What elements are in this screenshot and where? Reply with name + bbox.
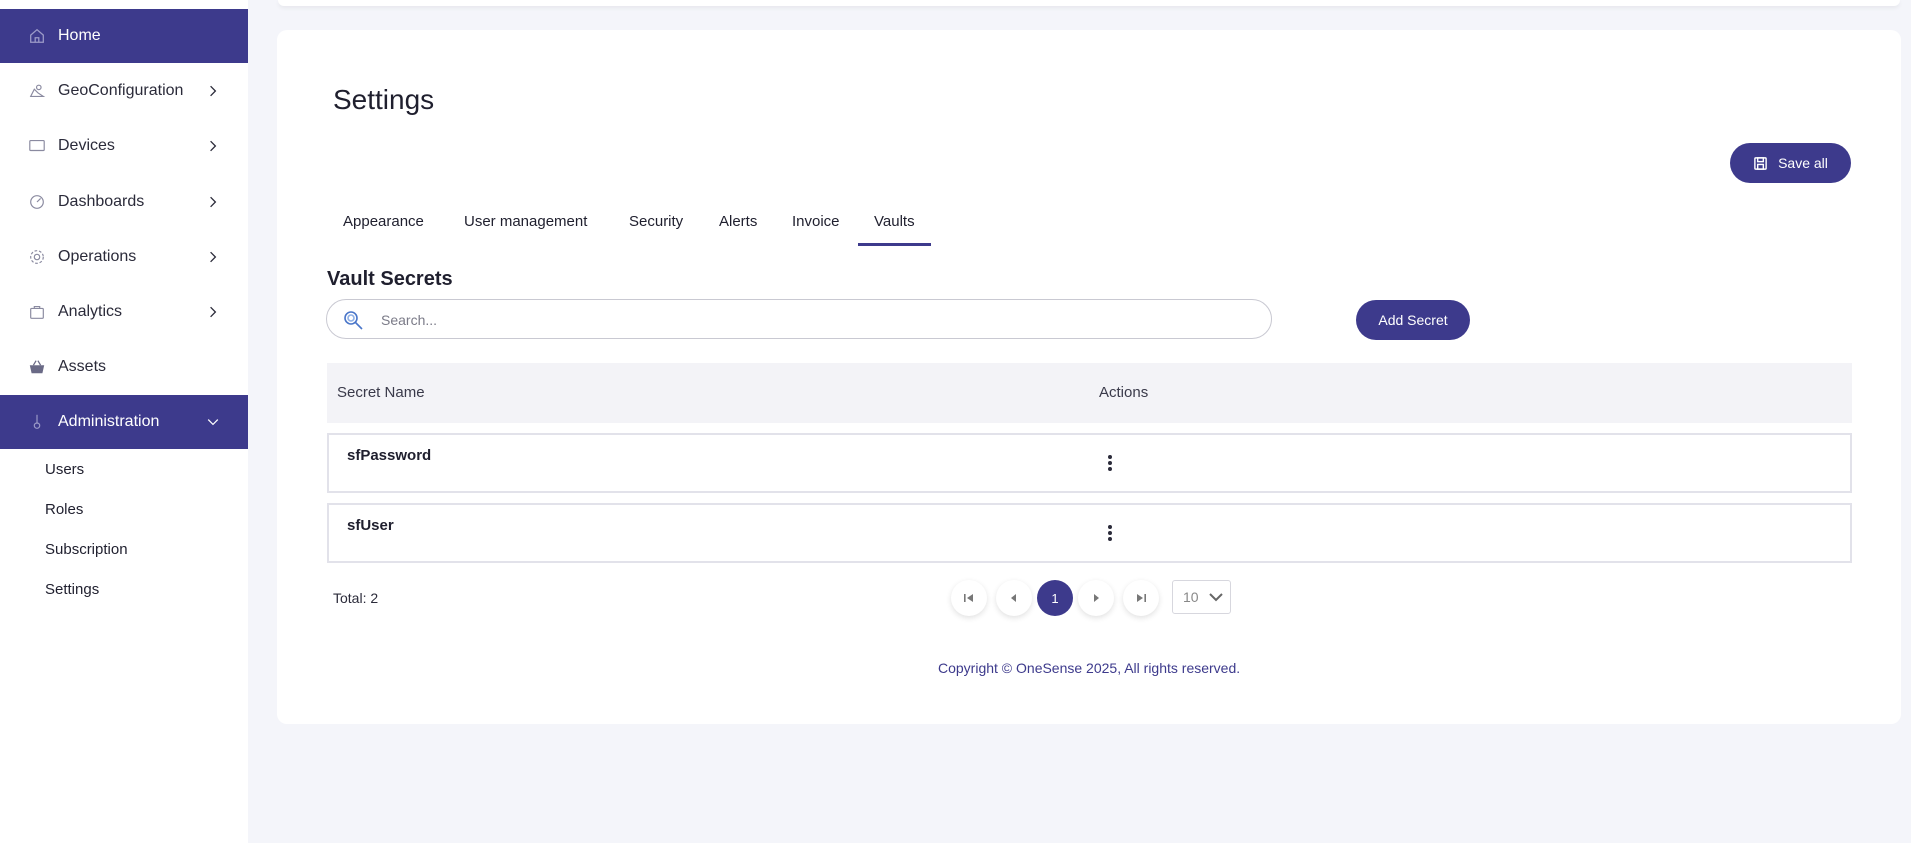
sidebar-item-dashboards[interactable]: Dashboards [0, 175, 248, 229]
chevron-right-icon [206, 195, 220, 209]
search-icon [341, 308, 365, 332]
add-secret-label: Add Secret [1378, 312, 1448, 328]
chevron-right-icon [206, 139, 220, 153]
sidebar-subitem-roles[interactable]: Roles [45, 501, 83, 518]
save-all-label: Save all [1778, 155, 1828, 171]
sidebar-item-label: GeoConfiguration [58, 82, 184, 99]
chevron-down-icon [206, 415, 220, 429]
chevron-down-icon [1209, 593, 1223, 602]
tab-appearance[interactable]: Appearance [343, 208, 424, 246]
sidebar-item-label: Assets [58, 358, 107, 375]
tab-vaults[interactable]: Vaults [858, 208, 931, 246]
sidebar-item-operations[interactable]: Operations [0, 230, 248, 284]
sidebar-subitem-users[interactable]: Users [45, 461, 84, 478]
more-actions-icon[interactable] [1104, 523, 1116, 543]
sidebar: Home GeoConfiguration Devices Dashboards… [0, 0, 248, 843]
basket-icon [27, 357, 47, 377]
sidebar-item-label: Operations [58, 248, 137, 265]
sidebar-item-label: Home [58, 27, 101, 44]
previous-page-button[interactable] [996, 580, 1032, 616]
gear-icon [27, 247, 47, 267]
last-page-button[interactable] [1123, 580, 1159, 616]
page-number: 1 [1051, 590, 1059, 606]
column-header-secret-name: Secret Name [337, 384, 425, 401]
sidebar-subitem-subscription[interactable]: Subscription [45, 541, 128, 558]
tab-security[interactable]: Security [629, 208, 683, 246]
sidebar-item-label: Administration [58, 413, 160, 430]
section-title: Vault Secrets [327, 268, 453, 290]
sidebar-subitem-settings[interactable]: Settings [45, 581, 99, 598]
first-page-button[interactable] [951, 580, 987, 616]
sidebar-item-home[interactable]: Home [0, 9, 248, 63]
map-icon [27, 81, 47, 101]
secret-name: sfUser [347, 517, 394, 534]
add-secret-button[interactable]: Add Secret [1356, 300, 1470, 340]
first-page-icon [964, 594, 973, 602]
secret-name: sfPassword [347, 447, 432, 464]
next-page-icon [1094, 594, 1099, 602]
sidebar-item-label: Dashboards [58, 193, 145, 210]
table-header: Secret Name Actions [327, 363, 1852, 423]
table-row: sfUser [327, 503, 1852, 563]
sidebar-item-administration[interactable]: Administration [0, 395, 248, 449]
table-row: sfPassword [327, 433, 1852, 493]
tab-invoice[interactable]: Invoice [792, 208, 840, 246]
search-box [326, 299, 1272, 339]
save-icon [1754, 156, 1767, 170]
total-count: Total: 2 [333, 590, 379, 606]
tab-alerts[interactable]: Alerts [719, 208, 757, 246]
top-bar [278, 0, 1900, 6]
sidebar-item-analytics[interactable]: Analytics [0, 285, 248, 339]
monitor-icon [27, 136, 47, 156]
last-page-icon [1137, 594, 1146, 602]
save-all-button[interactable]: Save all [1730, 143, 1851, 183]
bag-icon [27, 302, 47, 322]
previous-page-icon [1011, 594, 1016, 602]
column-header-actions: Actions [1099, 384, 1149, 401]
page-size-select[interactable]: 10 [1172, 580, 1231, 614]
page-size-value: 10 [1183, 589, 1199, 605]
gauge-icon [27, 192, 47, 212]
home-icon [27, 26, 47, 46]
tab-user-management[interactable]: User management [464, 208, 587, 246]
chevron-right-icon [206, 250, 220, 264]
search-input[interactable] [381, 308, 1241, 332]
page-title: Settings [333, 84, 435, 115]
chevron-right-icon [206, 84, 220, 98]
sidebar-item-label: Devices [58, 137, 115, 154]
chevron-right-icon [206, 305, 220, 319]
next-page-button[interactable] [1078, 580, 1114, 616]
sidebar-item-devices[interactable]: Devices [0, 119, 248, 173]
sidebar-item-assets[interactable]: Assets [0, 340, 248, 394]
page-number-button[interactable]: 1 [1037, 580, 1073, 616]
sidebar-item-geoconfiguration[interactable]: GeoConfiguration [0, 64, 248, 118]
sidebar-item-label: Analytics [58, 303, 123, 320]
copyright-text: Copyright © OneSense 2025, All rights re… [938, 660, 1241, 676]
more-actions-icon[interactable] [1104, 453, 1116, 473]
admin-icon [27, 412, 47, 432]
